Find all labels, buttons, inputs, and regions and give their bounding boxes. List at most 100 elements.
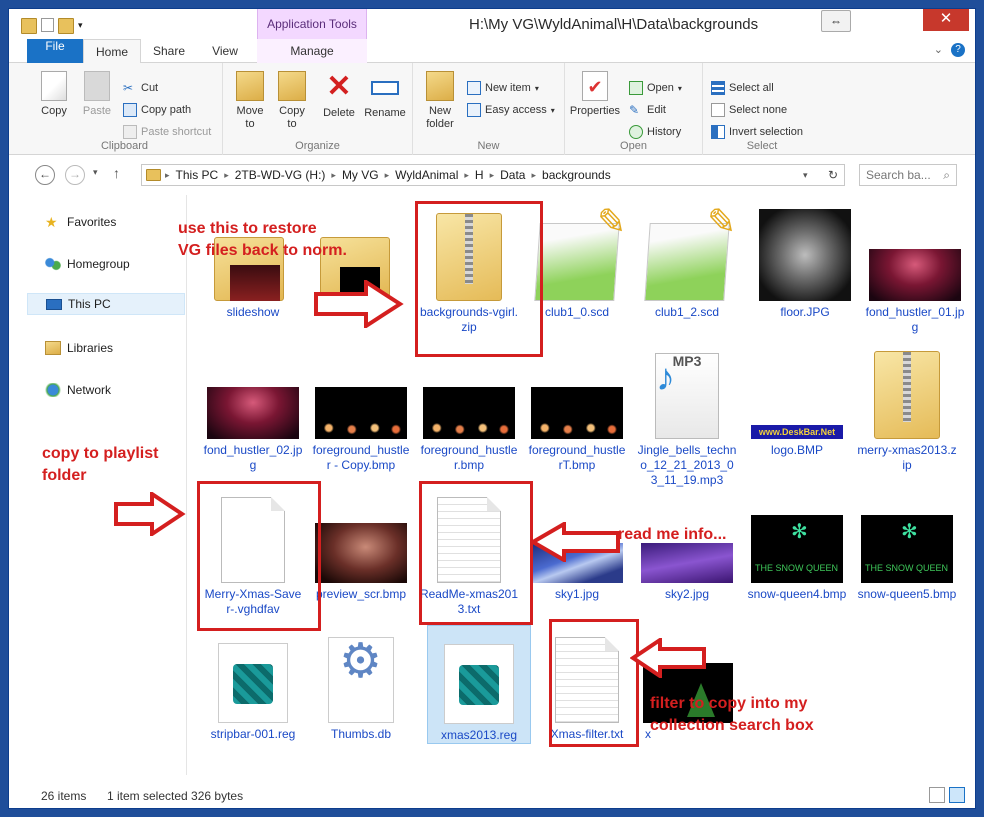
file-item-selected[interactable]: xmas2013.reg — [427, 625, 531, 744]
tab-file[interactable]: File — [27, 39, 83, 63]
file-item[interactable]: fond_hustler_01.jpg — [863, 203, 967, 335]
history-button[interactable]: History — [629, 125, 681, 139]
clipboard-group: Copy Paste ✂ Cut Copy path Paste shortcu… — [27, 63, 223, 155]
copy-to-label: Copy to — [279, 105, 305, 130]
file-item[interactable]: stripbar-001.reg — [201, 625, 305, 742]
mp3-thumbnail: ♪ MP3 — [635, 341, 739, 439]
new-folder-button[interactable]: New folder — [419, 71, 461, 131]
breadcrumb-this-pc[interactable]: This PC — [170, 168, 225, 182]
file-item[interactable]: www.DeskBar.Net logo.BMP — [745, 341, 849, 458]
customize-toolbar-icon[interactable]: ▾ — [78, 17, 94, 33]
select-none-icon — [711, 103, 725, 117]
invert-selection-button[interactable]: Invert selection — [711, 125, 803, 139]
large-icons-view-icon[interactable] — [949, 787, 965, 803]
tab-manage[interactable]: Manage — [257, 39, 367, 63]
address-bar[interactable]: ▸ This PC ▸ 2TB-WD-VG (H:) ▸ My VG ▸ Wyl… — [141, 164, 845, 186]
file-item[interactable]: preview_scr.bmp — [309, 485, 413, 602]
file-item[interactable]: foreground_hustlerT.bmp — [525, 341, 629, 473]
properties-icon[interactable] — [41, 17, 54, 32]
file-item[interactable]: THE SNOW QUEEN ✻ snow-queen4.bmp — [745, 485, 849, 602]
candles-image — [423, 387, 515, 439]
rename-button[interactable]: Rename — [363, 71, 407, 120]
copy-to-button[interactable]: Copy to — [273, 71, 311, 131]
rename-label: Rename — [364, 107, 406, 119]
snowflake-icon: ✻ — [791, 521, 808, 543]
file-item[interactable]: Thumbs.db — [309, 625, 413, 742]
minimize-ribbon-icon[interactable]: ⌄ — [934, 43, 943, 57]
file-item[interactable]: merry-xmas2013.zip — [855, 341, 959, 473]
file-name: sky1.jpg — [554, 587, 600, 601]
refresh-button[interactable]: ↻ — [823, 165, 843, 185]
help-icon[interactable]: ? — [951, 43, 965, 57]
details-view-icon[interactable] — [929, 787, 945, 803]
chevron-down-icon: ▾ — [677, 83, 682, 93]
folder-icon — [146, 169, 161, 181]
breadcrumb-h[interactable]: H — [469, 168, 490, 182]
easy-access-button[interactable]: Easy access ▾ — [467, 103, 555, 117]
paste-shortcut-button[interactable]: Paste shortcut — [123, 125, 211, 139]
select-all-button[interactable]: Select all — [711, 81, 774, 95]
move-to-button[interactable]: Move to — [231, 71, 269, 131]
search-input[interactable]: Search ba... ⌕ — [859, 164, 957, 186]
rename-icon — [371, 81, 399, 95]
copy-button[interactable]: Copy — [37, 71, 71, 118]
paste-button[interactable]: Paste — [79, 71, 115, 118]
annotation-readme: read me info... — [618, 524, 726, 546]
up-arrow-icon[interactable]: ↑ — [113, 165, 120, 181]
nav-homegroup-label: Homegroup — [67, 257, 130, 271]
file-item[interactable]: ♪ MP3 Jingle_bells_techno_12_21_2013_03_… — [635, 341, 739, 488]
paste-icon — [84, 71, 110, 101]
file-name: preview_scr.bmp — [315, 587, 407, 601]
open-button[interactable]: Open ▾ — [629, 81, 682, 95]
annotation-box-filter — [549, 619, 639, 747]
system-file-gear-icon — [328, 637, 394, 723]
breadcrumb-data[interactable]: Data — [494, 168, 531, 182]
nav-favorites[interactable]: ★ Favorites — [27, 211, 185, 233]
music-file-icon: ♪ MP3 — [655, 353, 719, 439]
folder-icon[interactable] — [21, 18, 37, 34]
copy-path-button[interactable]: Copy path — [123, 103, 191, 117]
restore-button[interactable]: ⇔ — [821, 10, 851, 32]
breadcrumb-wyldanimal[interactable]: WyldAnimal — [389, 168, 464, 182]
tab-home[interactable]: Home — [83, 39, 141, 64]
file-item[interactable]: foreground_hustler - Copy.bmp — [309, 341, 413, 473]
file-item[interactable]: floor.JPG — [753, 203, 857, 320]
zip-folder-icon — [874, 351, 940, 439]
tab-view[interactable]: View — [197, 39, 253, 63]
back-button[interactable]: ← — [35, 165, 55, 185]
delete-button[interactable]: ✕ Delete — [319, 71, 359, 120]
annotation-arrow-left — [630, 638, 706, 678]
new-folder-icon[interactable] — [58, 18, 74, 34]
delete-icon: ✕ — [326, 70, 352, 103]
breadcrumb-drive[interactable]: 2TB-WD-VG (H:) — [229, 168, 332, 182]
breadcrumb-my-vg[interactable]: My VG — [336, 168, 385, 182]
forward-button[interactable]: → — [65, 165, 85, 185]
notepad-plus-plus-icon — [644, 223, 730, 301]
new-item-button[interactable]: New item ▾ — [467, 81, 539, 95]
cut-button[interactable]: ✂ Cut — [123, 81, 158, 95]
scissors-icon: ✂ — [123, 81, 134, 95]
recent-locations-chevron-icon[interactable]: ▾ — [93, 167, 98, 178]
edit-button[interactable]: ✎ Edit — [629, 103, 666, 117]
nav-libraries[interactable]: Libraries — [27, 337, 185, 359]
close-button[interactable]: ✕ — [923, 9, 969, 31]
address-dropdown-chevron-icon[interactable]: ▾ — [803, 170, 808, 181]
breadcrumb-backgrounds[interactable]: backgrounds — [536, 168, 617, 182]
select-none-button[interactable]: Select none — [711, 103, 787, 117]
file-item[interactable]: foreground_hustler.bmp — [417, 341, 521, 473]
delete-label: Delete — [323, 107, 355, 119]
nav-homegroup[interactable]: Homegroup — [27, 253, 185, 275]
copy-icon — [41, 71, 67, 101]
file-item[interactable]: fond_hustler_02.jpg — [201, 341, 305, 473]
file-item[interactable]: club1_2.scd — [635, 203, 739, 320]
homegroup-icon — [45, 257, 61, 271]
tab-share[interactable]: Share — [141, 39, 197, 63]
file-name: Jingle_bells_techno_12_21_2013_03_11_19.… — [637, 443, 737, 487]
file-name: foreground_hustler.bmp — [420, 443, 518, 472]
nav-this-pc[interactable]: This PC — [27, 293, 185, 315]
file-item[interactable]: THE SNOW QUEEN ✻ snow-queen5.bmp — [855, 485, 959, 602]
new-group-label: New — [477, 140, 500, 152]
nav-network[interactable]: Network — [27, 379, 185, 401]
navigation-bar: ← → ▾ ↑ ▸ This PC ▸ 2TB-WD-VG (H:) ▸ My … — [9, 157, 975, 191]
properties-button[interactable]: ✔ Properties — [567, 71, 623, 118]
